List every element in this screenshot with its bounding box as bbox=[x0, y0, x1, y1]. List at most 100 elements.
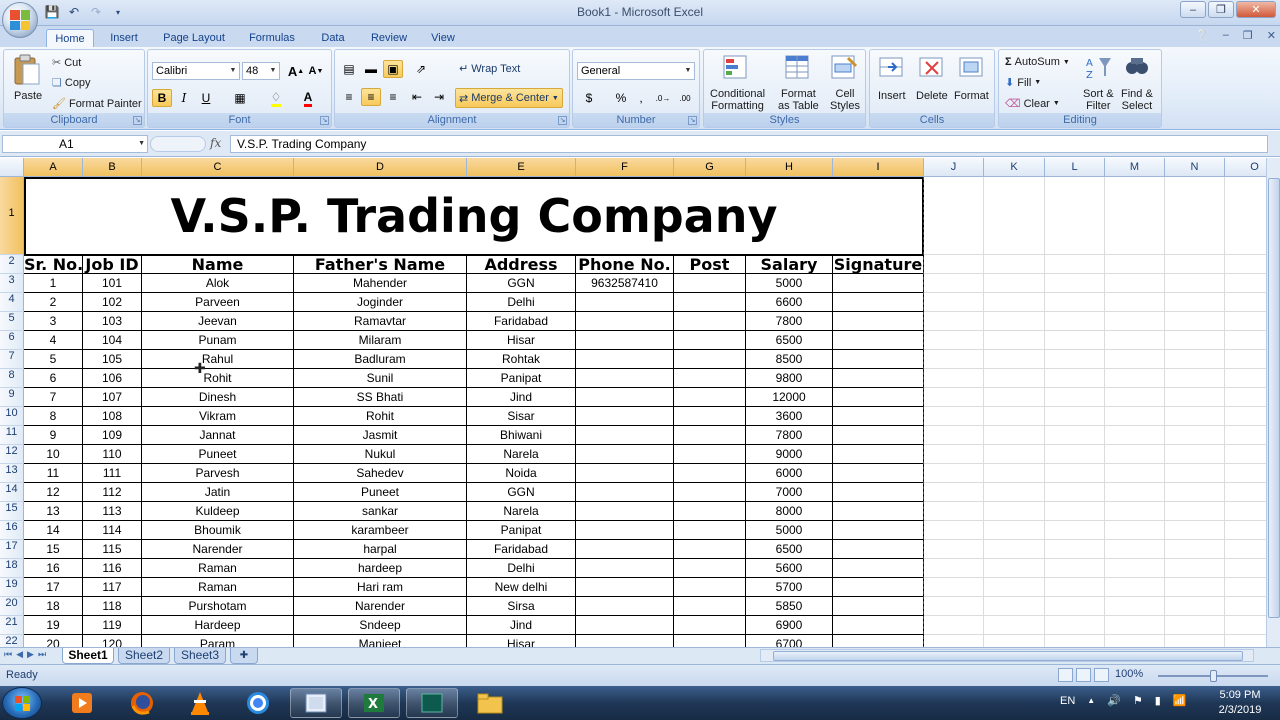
empty-cell[interactable] bbox=[1045, 578, 1105, 597]
data-cell[interactable]: 9 bbox=[24, 426, 83, 445]
data-cell[interactable] bbox=[674, 483, 746, 502]
start-button[interactable] bbox=[2, 687, 42, 719]
format-as-table-button[interactable]: Format as Table bbox=[778, 88, 819, 112]
data-cell[interactable] bbox=[576, 559, 674, 578]
shrink-font-icon[interactable]: A ▼ bbox=[306, 62, 326, 80]
empty-cell[interactable] bbox=[1165, 445, 1225, 464]
data-cell[interactable] bbox=[833, 407, 924, 426]
empty-cell[interactable] bbox=[984, 521, 1045, 540]
data-cell[interactable]: 105 bbox=[83, 350, 142, 369]
data-cell[interactable]: 115 bbox=[83, 540, 142, 559]
data-cell[interactable]: Narela bbox=[467, 502, 576, 521]
data-cell[interactable]: Sndeep bbox=[294, 616, 467, 635]
data-cell[interactable]: 6500 bbox=[746, 331, 833, 350]
data-cell[interactable]: 106 bbox=[83, 369, 142, 388]
data-cell[interactable]: 114 bbox=[83, 521, 142, 540]
data-cell[interactable] bbox=[576, 407, 674, 426]
empty-cell[interactable] bbox=[1105, 177, 1165, 255]
data-cell[interactable] bbox=[674, 502, 746, 521]
empty-cell[interactable] bbox=[1105, 521, 1165, 540]
data-cell[interactable] bbox=[833, 597, 924, 616]
delete-button[interactable]: Delete bbox=[916, 90, 948, 102]
data-cell[interactable] bbox=[833, 521, 924, 540]
empty-cell[interactable] bbox=[984, 255, 1045, 274]
data-cell[interactable]: Parveen bbox=[142, 293, 294, 312]
empty-cell[interactable] bbox=[1165, 274, 1225, 293]
data-cell[interactable]: 8000 bbox=[746, 502, 833, 521]
fill-button[interactable]: ⬇ Fill ▼ bbox=[1005, 76, 1041, 90]
data-cell[interactable] bbox=[576, 293, 674, 312]
empty-cell[interactable] bbox=[1105, 445, 1165, 464]
column-header-a[interactable]: A bbox=[24, 158, 83, 177]
workbook-minimize-icon[interactable]: – bbox=[1223, 29, 1229, 42]
sort-filter-button[interactable]: Sort & Filter bbox=[1083, 88, 1114, 112]
empty-cell[interactable] bbox=[1225, 331, 1266, 350]
empty-cell[interactable] bbox=[1225, 369, 1266, 388]
data-cell[interactable]: Panipat bbox=[467, 369, 576, 388]
tab-review[interactable]: Review bbox=[364, 29, 414, 47]
worksheet-grid[interactable]: A B C D E F G H I J K L M N O 1 2 3 4 5 6 7 8 9 10 11 12 13 14 15 16 17… bbox=[0, 158, 1266, 647]
empty-cell[interactable] bbox=[1105, 559, 1165, 578]
conditional-formatting-button[interactable]: Conditional Formatting bbox=[710, 88, 765, 112]
data-cell[interactable]: Sahedev bbox=[294, 464, 467, 483]
wrap-text-button[interactable]: ↵ Wrap Text bbox=[459, 62, 520, 76]
clear-button[interactable]: ⌫ Clear ▼ bbox=[1005, 97, 1060, 111]
data-cell[interactable] bbox=[576, 483, 674, 502]
zoom-level[interactable]: 100% bbox=[1115, 668, 1143, 680]
column-header-m[interactable]: M bbox=[1105, 158, 1165, 177]
alignment-launcher-icon[interactable]: ↘ bbox=[558, 116, 567, 125]
empty-cell[interactable] bbox=[924, 426, 984, 445]
data-cell[interactable]: 5700 bbox=[746, 578, 833, 597]
empty-cell[interactable] bbox=[924, 578, 984, 597]
data-cell[interactable] bbox=[674, 445, 746, 464]
column-title-cell[interactable]: Salary bbox=[746, 255, 833, 274]
column-header-h[interactable]: H bbox=[746, 158, 833, 177]
empty-cell[interactable] bbox=[1165, 635, 1225, 647]
row-header-22[interactable]: 22 bbox=[0, 635, 24, 647]
empty-cell[interactable] bbox=[1105, 350, 1165, 369]
data-cell[interactable]: Sirsa bbox=[467, 597, 576, 616]
empty-cell[interactable] bbox=[984, 177, 1045, 255]
data-cell[interactable]: 120 bbox=[83, 635, 142, 647]
data-cell[interactable] bbox=[576, 445, 674, 464]
empty-cell[interactable] bbox=[1225, 597, 1266, 616]
grow-font-icon[interactable]: A ▲ bbox=[286, 62, 306, 80]
taskbar-green-app[interactable] bbox=[406, 688, 458, 718]
data-cell[interactable] bbox=[833, 616, 924, 635]
empty-cell[interactable] bbox=[1225, 540, 1266, 559]
copy-button[interactable]: ❏ Copy bbox=[52, 76, 91, 90]
tab-formulas[interactable]: Formulas bbox=[244, 29, 300, 47]
taskbar-file-explorer[interactable] bbox=[464, 688, 516, 718]
empty-cell[interactable] bbox=[1225, 445, 1266, 464]
column-header-f[interactable]: F bbox=[576, 158, 674, 177]
data-cell[interactable]: 9800 bbox=[746, 369, 833, 388]
data-cell[interactable] bbox=[576, 597, 674, 616]
data-cell[interactable] bbox=[576, 426, 674, 445]
empty-cell[interactable] bbox=[984, 293, 1045, 312]
data-cell[interactable] bbox=[674, 274, 746, 293]
data-cell[interactable]: Nukul bbox=[294, 445, 467, 464]
empty-cell[interactable] bbox=[924, 559, 984, 578]
data-cell[interactable] bbox=[833, 426, 924, 445]
data-cell[interactable]: Milaram bbox=[294, 331, 467, 350]
prev-sheet-icon[interactable]: ◀ bbox=[16, 649, 23, 660]
column-header-o[interactable]: O bbox=[1225, 158, 1266, 177]
empty-cell[interactable] bbox=[1045, 502, 1105, 521]
sheet-tab-sheet2[interactable]: Sheet2 bbox=[118, 648, 170, 664]
borders-icon[interactable]: ▦ bbox=[230, 89, 250, 107]
data-cell[interactable]: New delhi bbox=[467, 578, 576, 597]
empty-cell[interactable] bbox=[1105, 331, 1165, 350]
data-cell[interactable] bbox=[576, 635, 674, 647]
empty-cell[interactable] bbox=[1105, 312, 1165, 331]
paste-button[interactable]: Paste bbox=[14, 90, 42, 102]
empty-cell[interactable] bbox=[924, 312, 984, 331]
data-cell[interactable] bbox=[576, 578, 674, 597]
empty-cell[interactable] bbox=[984, 388, 1045, 407]
data-cell[interactable]: 118 bbox=[83, 597, 142, 616]
empty-cell[interactable] bbox=[924, 331, 984, 350]
empty-cell[interactable] bbox=[984, 483, 1045, 502]
workbook-close-icon[interactable]: ✕ bbox=[1267, 29, 1276, 42]
data-cell[interactable]: 6 bbox=[24, 369, 83, 388]
clock[interactable]: 5:09 PM 2/3/2019 bbox=[1210, 688, 1270, 718]
data-cell[interactable] bbox=[576, 331, 674, 350]
